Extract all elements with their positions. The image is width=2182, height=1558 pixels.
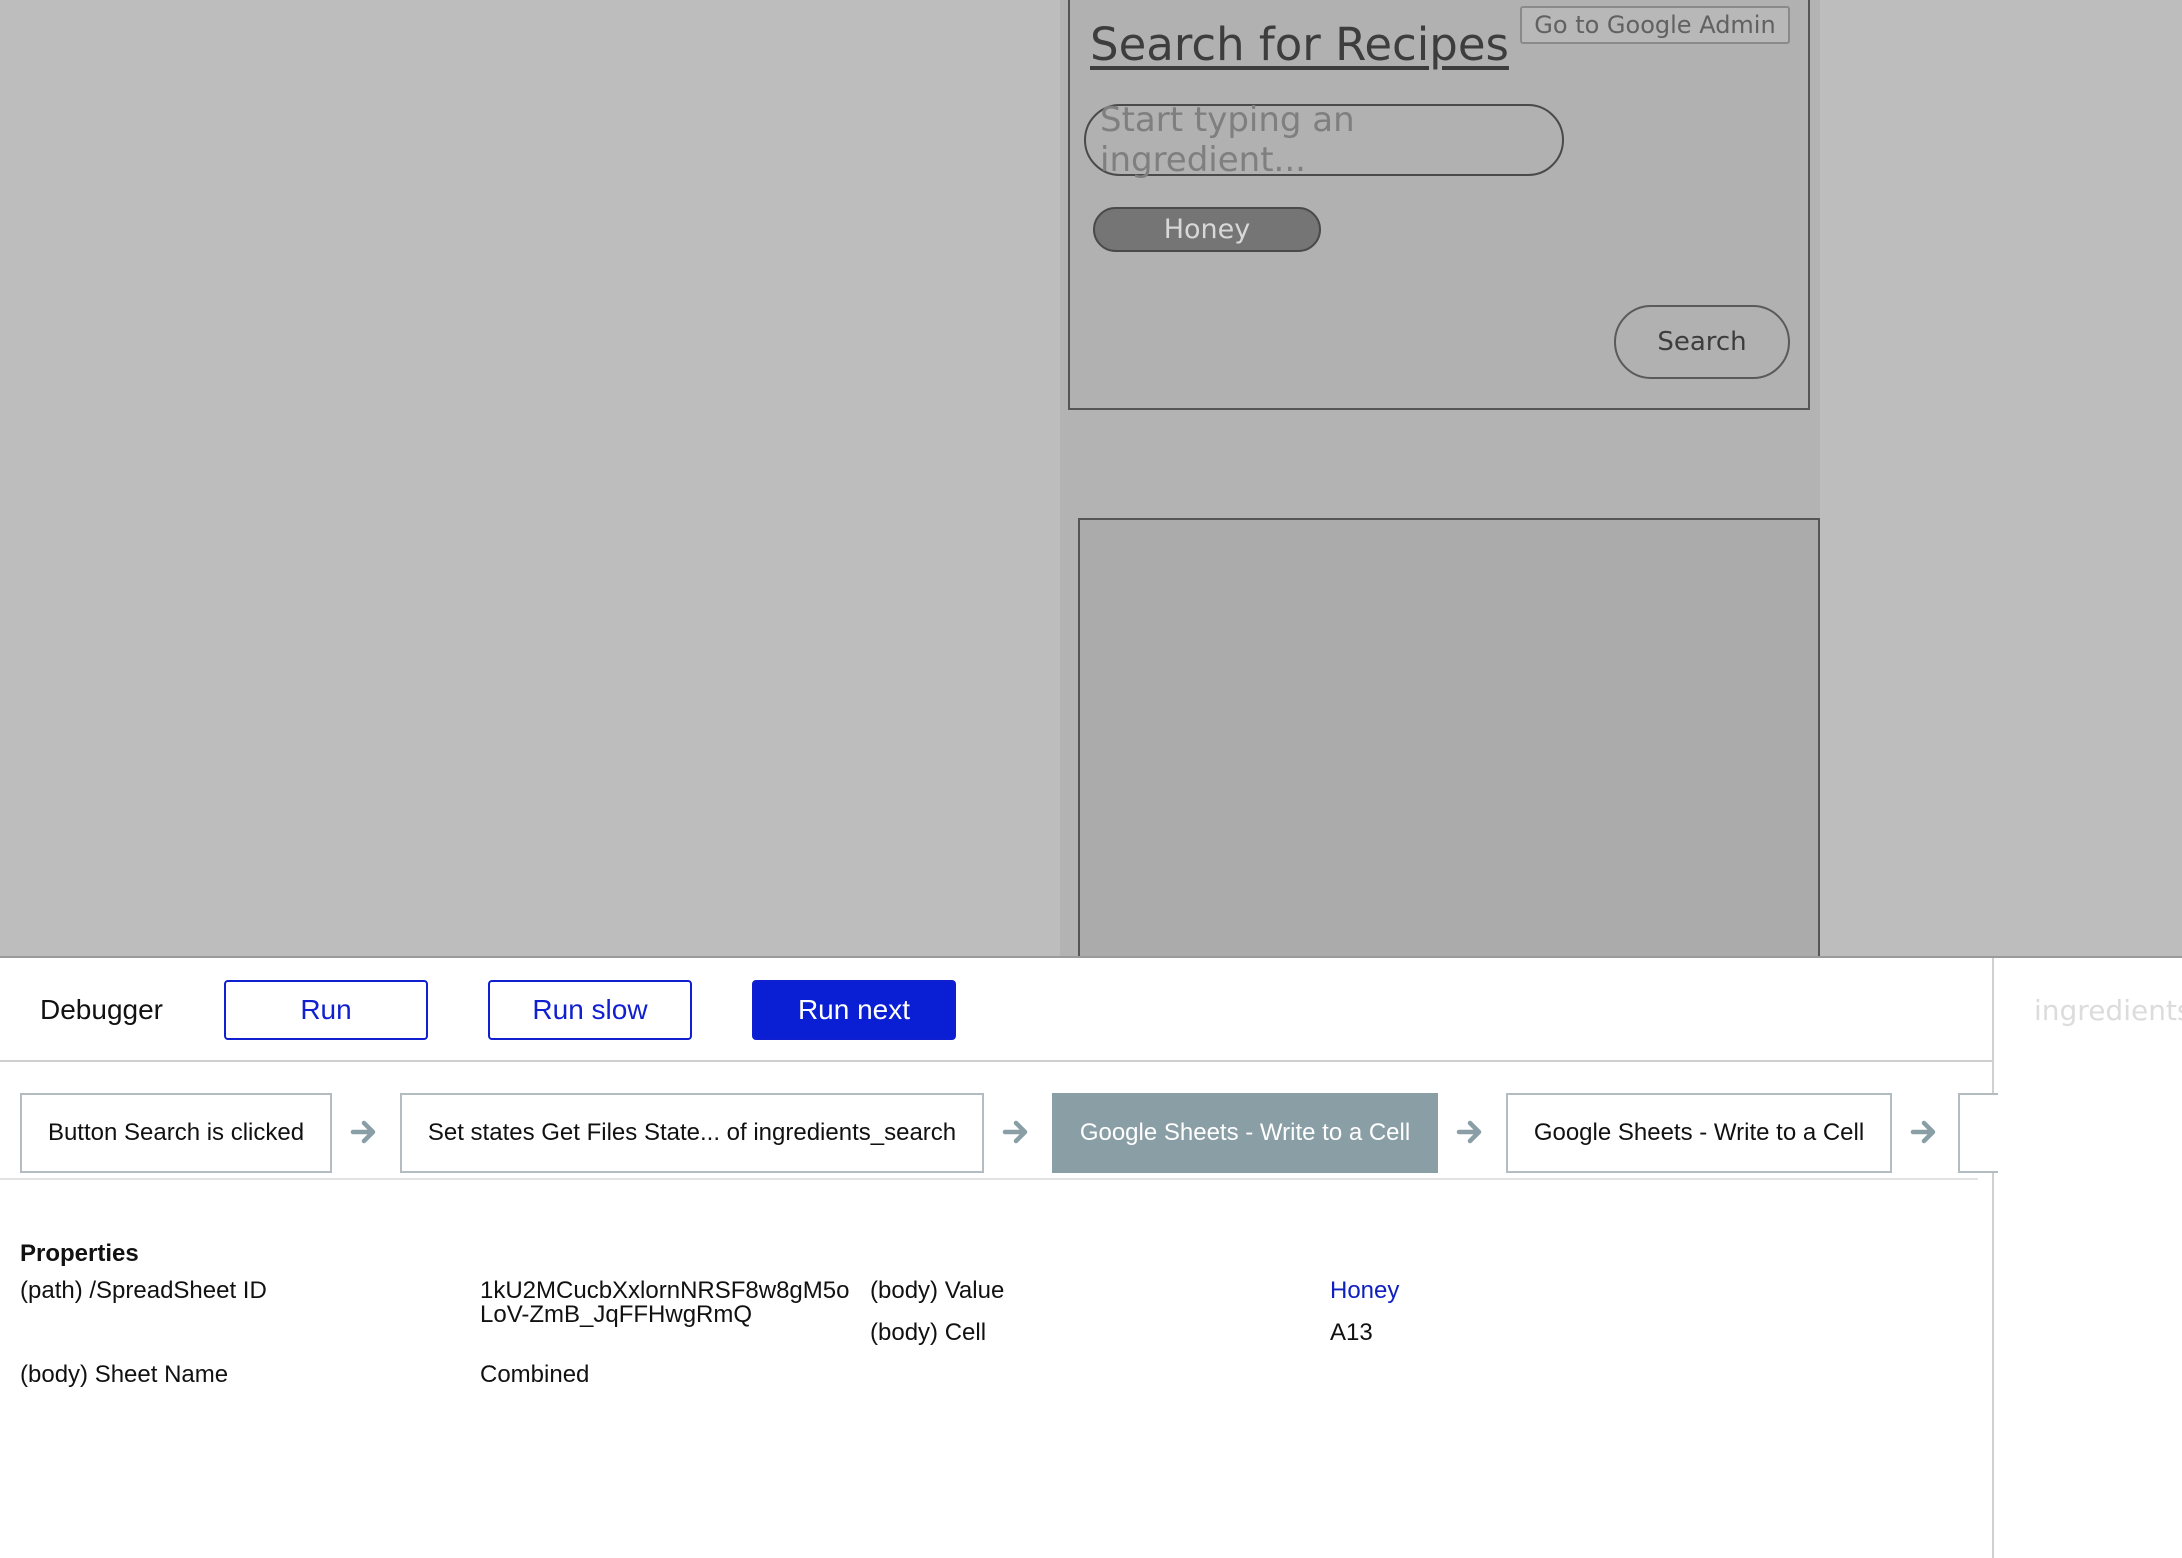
arrow-right-icon: [1002, 1120, 1028, 1144]
property-label: (path) /SpreadSheet ID: [20, 1277, 267, 1304]
step-label: Set states Get Files State... of ingredi…: [427, 1119, 957, 1146]
arrow-right-icon: [1910, 1120, 1936, 1144]
property-label: (body) Sheet Name: [20, 1361, 229, 1388]
property-value: A13: [1330, 1319, 1373, 1346]
workflow-step[interactable]: Google Sheets - Write to a Cell: [1506, 1093, 1892, 1173]
property-value: LoV-ZmB_JqFFHwgRmQ: [480, 1301, 753, 1328]
debugger-panel: Debugger Run Run slow Run next ingredien…: [0, 956, 2182, 1558]
property-value: 1kU2MCucbXxlornNRSF8w8gM5o: [480, 1277, 850, 1304]
page-title: Search for Recipes: [1090, 18, 1509, 71]
results-container: [1078, 518, 1820, 968]
workflow-step-partial[interactable]: [1958, 1093, 1998, 1173]
debugger-title: Debugger: [40, 994, 163, 1025]
search-button[interactable]: Search: [1614, 305, 1790, 379]
side-tab-label[interactable]: ingredients_: [2034, 994, 2182, 1027]
arrow-right-icon: [1456, 1120, 1482, 1144]
step-label: Google Sheets - Write to a Cell: [1533, 1119, 1865, 1146]
step-label: Button Search is clicked: [47, 1119, 305, 1146]
run-next-button[interactable]: Run next: [752, 980, 956, 1040]
property-value-link[interactable]: Honey: [1330, 1278, 1399, 1303]
properties-heading: Properties: [20, 1240, 139, 1267]
property-label: (body) Value: [870, 1277, 1005, 1304]
property-label: (body) Cell: [870, 1319, 987, 1346]
workflow-step[interactable]: Set states Get Files State... of ingredi…: [400, 1093, 984, 1173]
step-label: Google Sheets - Write to a Cell: [1079, 1119, 1411, 1146]
arrow-right-icon: [350, 1120, 376, 1144]
run-button[interactable]: Run: [224, 980, 428, 1040]
ingredient-chip[interactable]: Honey: [1093, 207, 1321, 252]
debugger-toolbar: Debugger Run Run slow Run next: [0, 958, 1992, 1062]
search-card: Search for Recipes Go to Google Admin St…: [1068, 0, 1810, 410]
workflow-step[interactable]: Button Search is clicked: [20, 1093, 332, 1173]
ingredient-search-input[interactable]: Start typing an ingredient...: [1084, 100, 1564, 180]
debugger-side-panel: ingredients_: [1992, 958, 2182, 1558]
page: Search for Recipes Go to Google Admin St…: [0, 0, 2182, 1558]
app-preview: Search for Recipes Go to Google Admin St…: [0, 0, 2182, 968]
workflow-step-active[interactable]: Google Sheets - Write to a Cell: [1052, 1093, 1438, 1173]
workflow-steps: Button Search is clicked Set states Get …: [0, 1062, 1998, 1180]
run-slow-button[interactable]: Run slow: [488, 980, 692, 1040]
go-to-google-admin-button[interactable]: Go to Google Admin: [1520, 6, 1790, 44]
property-value: Combined: [480, 1361, 590, 1388]
